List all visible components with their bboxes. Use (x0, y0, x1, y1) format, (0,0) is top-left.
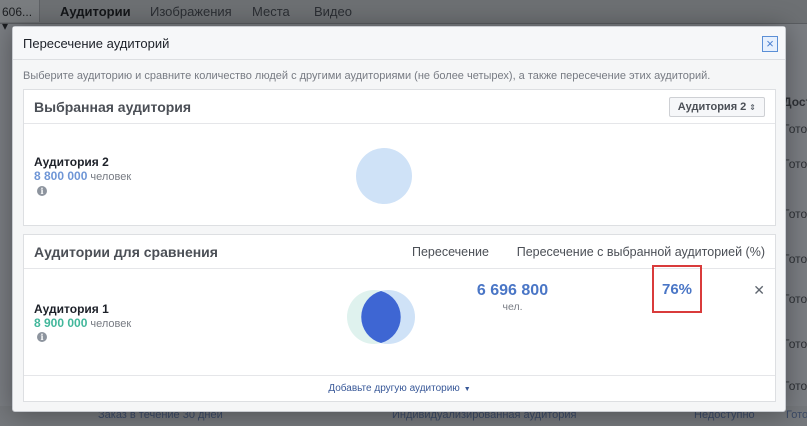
overlap-pct: 76% (661, 281, 693, 298)
col-overlap-pct-header: Пересечение с выбранной аудиторией (%) (516, 245, 765, 259)
selected-audience-name: Аудитория 2 (34, 155, 109, 169)
close-icon[interactable]: ✕ (753, 282, 765, 299)
dialog-title: Пересечение аудиторий (23, 36, 170, 51)
tab-places: Места (252, 4, 290, 19)
account-selector: 606... ▾ (0, 0, 40, 33)
compare-header: Аудитории для сравнения Пересечение Пере… (24, 235, 775, 269)
compare-audience-name: Аудитория 1 (34, 302, 109, 316)
compare-audiences-panel: Аудитории для сравнения Пересечение Пере… (23, 234, 776, 402)
overlap-unit: чел. (502, 301, 523, 313)
col-overlap-header: Пересечение (412, 245, 489, 259)
compare-audience-size: 8 900 000 человек (34, 316, 132, 330)
add-audience-link[interactable]: Добавьте другую аудиторию ▼ (328, 383, 470, 394)
overlap-venn-diagram (347, 290, 415, 344)
add-audience-row: Добавьте другую аудиторию ▼ (24, 375, 775, 401)
tab-images: Изображения (150, 4, 232, 19)
selected-audience-circle (356, 148, 412, 204)
tab-audiences: Аудитории (60, 4, 131, 19)
audience-overlap-dialog: Пересечение аудиторий × Выберите аудитор… (12, 26, 786, 412)
chevron-down-icon: ▼ (461, 386, 471, 393)
selected-audience-size: 8 800 000 человек (34, 169, 132, 183)
selected-audience-title: Выбранная аудитория (34, 99, 192, 115)
close-icon[interactable]: × (762, 36, 778, 52)
audience-select[interactable]: Аудитория 2 ⇕ (668, 97, 765, 117)
info-icon[interactable]: i (37, 332, 47, 342)
dialog-description: Выберите аудиторию и сравните количество… (23, 70, 711, 82)
tab-video: Видео (314, 4, 352, 19)
dialog-header: Пересечение аудиторий × (13, 27, 785, 60)
info-icon[interactable]: i (37, 186, 47, 196)
select-arrows-icon: ⇕ (749, 103, 756, 112)
background-tab-bar: 606... ▾ Аудитории Изображения Места Вид… (0, 0, 807, 33)
compare-title: Аудитории для сравнения (34, 244, 218, 260)
overlap-count: 6 696 800 (476, 282, 549, 299)
selected-audience-panel: Выбранная аудитория Аудитория 2 ⇕ Аудитор… (23, 89, 776, 226)
overlap-pct-highlight: 76% (652, 265, 702, 313)
selected-audience-header: Выбранная аудитория Аудитория 2 ⇕ (24, 90, 775, 124)
